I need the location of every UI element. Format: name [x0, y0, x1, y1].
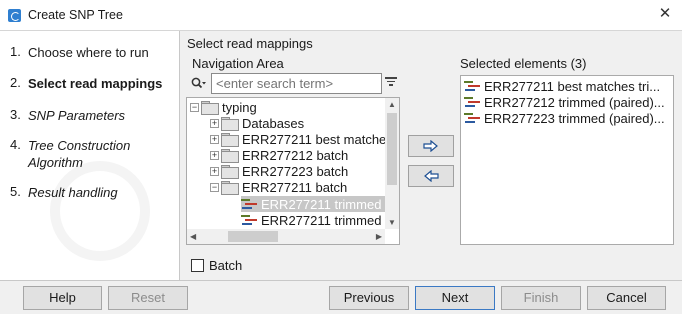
folder-icon	[201, 101, 219, 115]
tree-item-typing[interactable]: − typing	[190, 99, 257, 115]
selected-item[interactable]: ERR277211 best matches tri...	[464, 78, 660, 94]
add-to-selected-button[interactable]	[408, 135, 454, 157]
step-result-handling: 5. Result handling	[10, 184, 178, 201]
window-title: Create SNP Tree	[28, 8, 123, 22]
tree-item-label: ERR277212 batch	[242, 147, 349, 163]
horizontal-scroll-thumb[interactable]	[228, 231, 278, 242]
button-bar: Help Reset Previous Next Finish Cancel	[0, 280, 682, 314]
tree-item-label: ERR277211 trimmed	[261, 196, 382, 212]
tree-item-err277211-best-matches[interactable]: + ERR277211 best matches	[210, 131, 393, 147]
expand-icon[interactable]: +	[210, 134, 219, 144]
tree-item-err277211-batch[interactable]: − ERR277211 batch	[210, 179, 347, 195]
search-input[interactable]	[211, 73, 382, 94]
selected-item[interactable]: ERR277223 trimmed (paired)...	[464, 110, 665, 126]
step-select-read-mappings: 2. Select read mappings	[10, 75, 178, 92]
tree-item-label: ERR277211 best matches	[242, 131, 393, 147]
tree-horizontal-scrollbar[interactable]: ◀ ▶	[187, 229, 385, 244]
step-tree-construction-algorithm: 4. Tree Construction Algorithm	[10, 137, 148, 171]
folder-icon	[221, 149, 239, 163]
expand-icon[interactable]: +	[210, 166, 219, 176]
finish-button[interactable]: Finish	[501, 286, 581, 310]
batch-checkbox[interactable]	[191, 259, 204, 272]
navigation-area-label: Navigation Area	[192, 56, 284, 71]
step-number: 4.	[10, 137, 21, 152]
next-button[interactable]: Next	[415, 286, 495, 310]
tree-vertical-scrollbar[interactable]: ▲ ▼	[385, 98, 399, 229]
tree-item-err277223-batch[interactable]: + ERR277223 batch	[210, 163, 348, 179]
arrow-left-icon	[424, 169, 439, 183]
step-choose-where-to-run: 1. Choose where to run	[10, 44, 178, 61]
collapse-icon[interactable]: −	[190, 102, 199, 112]
read-mapping-icon	[464, 112, 481, 125]
tree-item-databases[interactable]: + Databases	[210, 115, 304, 131]
batch-checkbox-row[interactable]: Batch	[191, 258, 242, 273]
app-icon	[8, 9, 21, 22]
search-icon[interactable]	[191, 77, 207, 91]
step-label: SNP Parameters	[28, 108, 126, 123]
step-number: 2.	[10, 75, 21, 90]
folder-icon	[221, 117, 239, 131]
step-label: Tree Construction Algorithm	[28, 138, 131, 170]
tree-item-err277211-trimmed-selected[interactable]: ERR277211 trimmed	[241, 196, 387, 212]
step-number: 5.	[10, 184, 21, 199]
close-icon[interactable]: ✕	[656, 5, 674, 23]
tree-item-label: Databases	[242, 115, 305, 131]
tree-item-err277212-batch[interactable]: + ERR277212 batch	[210, 147, 348, 163]
read-mapping-icon	[241, 198, 258, 211]
previous-button[interactable]: Previous	[329, 286, 409, 310]
tree-item-label: ERR277223 batch	[242, 163, 349, 179]
collapse-icon[interactable]: −	[210, 182, 219, 192]
content-panel: Select read mappings Navigation Area − t…	[179, 31, 682, 280]
expand-icon[interactable]: +	[210, 150, 219, 160]
selected-elements-list[interactable]: ERR277211 best matches tri... ERR277212 …	[460, 75, 674, 245]
filter-icon[interactable]	[385, 77, 397, 89]
read-mapping-icon	[241, 214, 258, 227]
batch-label: Batch	[209, 258, 243, 273]
help-button[interactable]: Help	[23, 286, 102, 310]
read-mapping-icon	[464, 96, 481, 109]
tree-item-label: ERR277211 trimmed	[261, 212, 382, 228]
step-label: Result handling	[28, 185, 118, 200]
tree-item-label: typing	[222, 99, 257, 115]
folder-icon	[221, 181, 239, 195]
cancel-button[interactable]: Cancel	[587, 286, 666, 310]
step-snp-parameters: 3. SNP Parameters	[10, 107, 178, 124]
step-label: Choose where to run	[28, 45, 149, 60]
section-title: Select read mappings	[187, 36, 313, 51]
read-mapping-icon	[464, 80, 481, 93]
reset-button[interactable]: Reset	[108, 286, 188, 310]
expand-icon[interactable]: +	[210, 118, 219, 128]
arrow-right-icon	[423, 139, 438, 153]
step-number: 3.	[10, 107, 21, 122]
watermark-logo	[50, 161, 150, 261]
vertical-scroll-thumb[interactable]	[387, 113, 397, 185]
wizard-steps: 1. Choose where to run 2. Select read ma…	[0, 31, 179, 280]
selected-item-label: ERR277223 trimmed (paired)...	[484, 110, 665, 126]
selected-item[interactable]: ERR277212 trimmed (paired)...	[464, 94, 665, 110]
step-label: Select read mappings	[28, 76, 163, 91]
selected-item-label: ERR277211 best matches tri...	[484, 78, 661, 94]
remove-from-selected-button[interactable]	[408, 165, 454, 187]
navigation-tree[interactable]: − typing + Databases + ERR277211 best ma…	[186, 97, 400, 245]
step-number: 1.	[10, 44, 21, 59]
tree-item-label: ERR277211 batch	[242, 179, 348, 195]
selected-item-label: ERR277212 trimmed (paired)...	[484, 94, 665, 110]
selected-elements-label: Selected elements (3)	[460, 56, 587, 71]
folder-icon	[221, 133, 239, 147]
tree-item-err277211-trimmed[interactable]: ERR277211 trimmed	[241, 212, 381, 228]
folder-icon	[221, 165, 239, 179]
title-bar: Create SNP Tree ✕	[0, 0, 682, 31]
